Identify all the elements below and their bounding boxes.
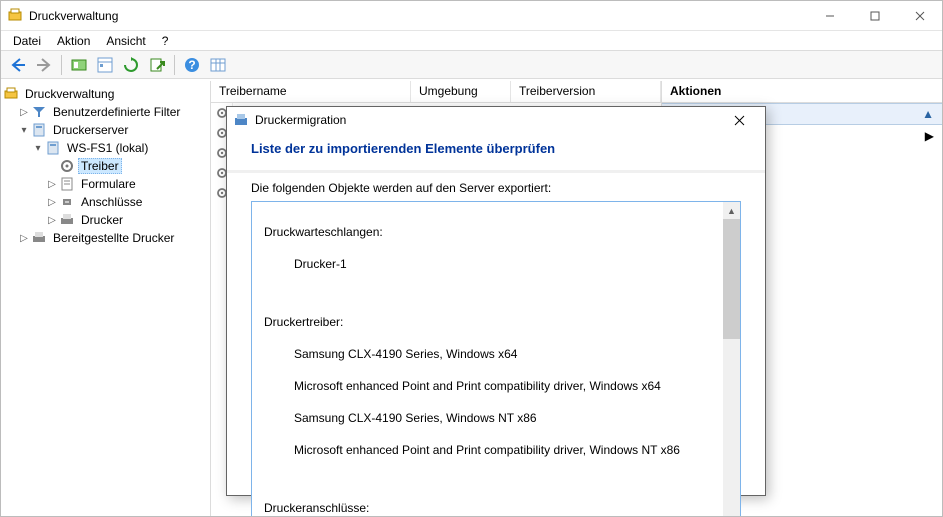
actions-header: Aktionen	[662, 81, 942, 103]
tree-custom-filters[interactable]: ▷ Benutzerdefinierte Filter	[1, 103, 210, 121]
window-title: Druckverwaltung	[29, 9, 807, 23]
tree-printers[interactable]: ▷ Drucker	[1, 211, 210, 229]
tree-expander-icon[interactable]: ▾	[31, 143, 45, 154]
list-heading-drivers: Druckertreiber:	[258, 314, 734, 330]
list-item: Microsoft enhanced Point and Print compa…	[258, 378, 734, 394]
title-bar: Druckverwaltung	[1, 1, 942, 31]
toolbar-separator	[174, 55, 175, 75]
menu-bar: Datei Aktion Ansicht ?	[1, 31, 942, 51]
forward-icon[interactable]	[32, 53, 56, 77]
tree-label: Treiber	[78, 158, 122, 174]
list-item: Samsung CLX-4190 Series, Windows NT x86	[258, 410, 734, 426]
tree-label: WS-FS1 (lokal)	[64, 140, 151, 156]
tree-label: Drucker	[78, 212, 126, 228]
tree-local-server[interactable]: ▾ WS-FS1 (lokal)	[1, 139, 210, 157]
server-icon	[45, 140, 61, 156]
minimize-button[interactable]	[807, 1, 852, 31]
port-icon	[59, 194, 75, 210]
col-environment[interactable]: Umgebung	[411, 81, 511, 102]
tree-expander-icon[interactable]: ▾	[17, 125, 31, 136]
menu-datei[interactable]: Datei	[5, 32, 49, 50]
menu-ansicht[interactable]: Ansicht	[98, 32, 153, 50]
svg-text:?: ?	[188, 58, 195, 72]
tree-label: Druckerserver	[50, 122, 131, 138]
properties-icon[interactable]	[93, 53, 117, 77]
tree-expander-icon[interactable]: ▷	[17, 233, 31, 244]
export-icon[interactable]	[145, 53, 169, 77]
tree-drivers[interactable]: Treiber	[1, 157, 210, 175]
tree-label: Bereitgestellte Drucker	[50, 230, 177, 246]
tree-expander-icon[interactable]: ▷	[45, 215, 59, 226]
dialog-close-button[interactable]	[719, 107, 759, 133]
maximize-button[interactable]	[852, 1, 897, 31]
columns-icon[interactable]	[206, 53, 230, 77]
refresh-icon[interactable]	[119, 53, 143, 77]
scroll-thumb[interactable]	[723, 219, 740, 339]
help-icon[interactable]: ?	[180, 53, 204, 77]
list-heading-ports: Druckeranschlüsse:	[258, 500, 734, 516]
import-list-content: Druckwarteschlangen: Drucker-1 Druckertr…	[258, 208, 734, 517]
tree-label: Druckverwaltung	[22, 86, 117, 102]
tree-ports[interactable]: ▷ Anschlüsse	[1, 193, 210, 211]
tree-view[interactable]: Druckverwaltung ▷ Benutzerdefinierte Fil…	[1, 81, 211, 516]
menu-help[interactable]: ?	[154, 32, 177, 50]
scroll-track[interactable]	[723, 339, 740, 517]
toolbar: ?	[1, 51, 942, 79]
server-icon	[31, 122, 47, 138]
dialog-heading: Liste der zu importierenden Elemente übe…	[227, 133, 765, 170]
printer-migration-dialog: Druckermigration Liste der zu importiere…	[226, 106, 766, 496]
tree-forms[interactable]: ▷ Formulare	[1, 175, 210, 193]
list-item: Samsung CLX-4190 Series, Windows x64	[258, 346, 734, 362]
close-button[interactable]	[897, 1, 942, 31]
col-drivername[interactable]: Treibername	[211, 81, 411, 102]
tree-expander-icon[interactable]: ▷	[45, 197, 59, 208]
tree-label: Formulare	[78, 176, 139, 192]
tree-deployed-printers[interactable]: ▷ Bereitgestellte Drucker	[1, 229, 210, 247]
window-controls	[807, 1, 942, 31]
tree-expander-icon[interactable]: ▷	[45, 179, 59, 190]
toolbar-separator	[61, 55, 62, 75]
driver-icon	[59, 158, 75, 174]
scroll-up-icon[interactable]: ▲	[723, 202, 740, 219]
tree-root[interactable]: Druckverwaltung	[1, 85, 210, 103]
dialog-title: Druckermigration	[255, 113, 719, 127]
migration-icon	[233, 112, 249, 128]
col-version[interactable]: Treiberversion	[511, 81, 661, 102]
dialog-description: Die folgenden Objekte werden auf den Ser…	[251, 181, 741, 195]
tree-print-servers[interactable]: ▾ Druckerserver	[1, 121, 210, 139]
collapse-icon[interactable]: ▲	[922, 107, 934, 121]
list-item: Drucker-1	[258, 256, 734, 272]
chevron-right-icon: ▶	[925, 129, 934, 143]
import-list[interactable]: Druckwarteschlangen: Drucker-1 Druckertr…	[251, 201, 741, 517]
list-item: Microsoft enhanced Point and Print compa…	[258, 442, 734, 458]
show-console-icon[interactable]	[67, 53, 91, 77]
forms-icon	[59, 176, 75, 192]
back-icon[interactable]	[6, 53, 30, 77]
tree-label: Anschlüsse	[78, 194, 145, 210]
filter-icon	[31, 104, 47, 120]
vertical-scrollbar[interactable]: ▲ ▼	[723, 202, 740, 517]
print-mgmt-icon	[3, 86, 19, 102]
column-headers: Treibername Umgebung Treiberversion	[211, 81, 661, 103]
tree-expander-icon[interactable]: ▷	[17, 107, 31, 118]
app-icon	[7, 8, 23, 24]
dialog-body: Die folgenden Objekte werden auf den Ser…	[227, 173, 765, 517]
menu-aktion[interactable]: Aktion	[49, 32, 98, 50]
dialog-title-bar: Druckermigration	[227, 107, 765, 133]
list-heading-queues: Druckwarteschlangen:	[258, 224, 734, 240]
tree-label: Benutzerdefinierte Filter	[50, 104, 183, 120]
app-window: Druckverwaltung Datei Aktion Ansicht ? ?	[0, 0, 943, 517]
printer-icon	[59, 212, 75, 228]
printer-icon	[31, 230, 47, 246]
